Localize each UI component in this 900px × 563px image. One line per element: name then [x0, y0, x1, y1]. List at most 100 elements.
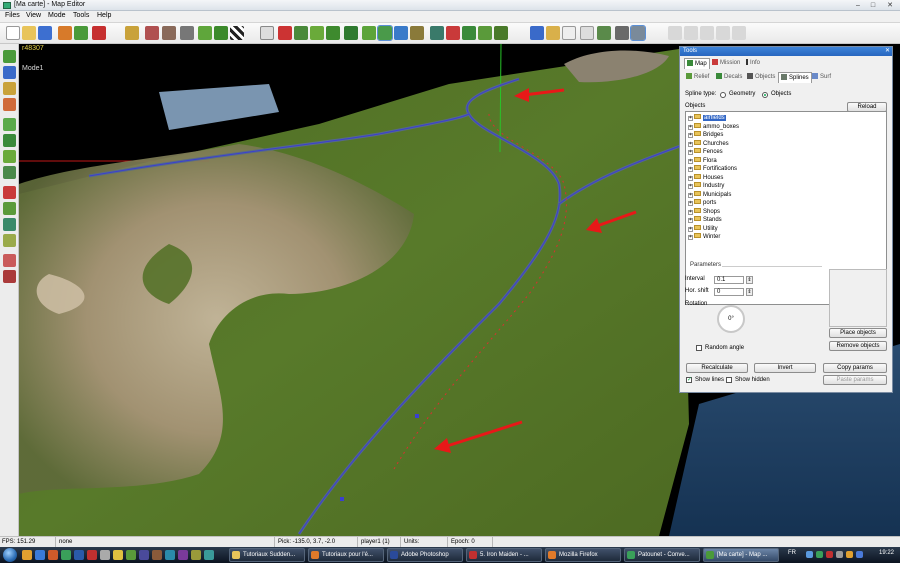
tree-item[interactable]: + Industry: [688, 182, 724, 190]
target-icon[interactable]: [92, 26, 106, 40]
quicklaunch-app2-icon[interactable]: [74, 550, 84, 560]
field-icon[interactable]: [362, 26, 376, 40]
stamp-icon[interactable]: [162, 26, 176, 40]
tree-item[interactable]: + Stands: [688, 216, 722, 224]
grass-icon[interactable]: [214, 26, 228, 40]
left-tool-water-icon[interactable]: [3, 218, 16, 231]
quicklaunch-ie-icon[interactable]: [35, 550, 45, 560]
left-tool-tree-icon[interactable]: [3, 202, 16, 215]
expand-icon[interactable]: +: [688, 158, 693, 164]
forest-icon[interactable]: [344, 26, 358, 40]
tray-display-icon[interactable]: [856, 551, 863, 558]
open-folder-icon[interactable]: [22, 26, 36, 40]
flag-icon[interactable]: [446, 26, 460, 40]
quicklaunch-app-icon[interactable]: [61, 550, 71, 560]
document-icon[interactable]: [562, 26, 576, 40]
tab-splines[interactable]: Splines: [778, 72, 812, 83]
tree-item[interactable]: + Shops: [688, 207, 720, 216]
checker-icon[interactable]: [230, 26, 244, 40]
quicklaunch-app12-icon[interactable]: [204, 550, 214, 560]
export-icon[interactable]: [74, 26, 88, 40]
tab-surf[interactable]: Surf: [810, 72, 833, 83]
tree-item[interactable]: + ports: [688, 199, 716, 207]
expand-icon[interactable]: +: [688, 226, 693, 232]
tree-item[interactable]: + Fences: [688, 148, 723, 156]
tree-icon[interactable]: [462, 26, 476, 40]
import-icon[interactable]: [58, 26, 72, 40]
copy-icon[interactable]: [580, 26, 594, 40]
quicklaunch-app7-icon[interactable]: [139, 550, 149, 560]
expand-icon[interactable]: +: [688, 218, 693, 223]
recalculate-button[interactable]: Recalculate: [686, 363, 748, 373]
interval-input[interactable]: 0.1: [714, 276, 744, 284]
save-icon[interactable]: [38, 26, 52, 40]
expand-icon[interactable]: +: [688, 201, 693, 206]
bush-icon[interactable]: [478, 26, 492, 40]
spline-control-point[interactable]: [415, 414, 419, 418]
maximize-button[interactable]: □: [867, 1, 879, 10]
radio-geometry[interactable]: [720, 92, 726, 98]
menu-tools[interactable]: Tools: [73, 12, 89, 19]
tree-item[interactable]: + Municipals: [688, 190, 731, 199]
left-tool-marker-icon[interactable]: [3, 270, 16, 283]
rotation-dial[interactable]: 0°: [717, 305, 745, 333]
task-button[interactable]: Tutoriaux Sudden...: [229, 548, 305, 562]
quicklaunch-app9-icon[interactable]: [165, 550, 175, 560]
expand-icon[interactable]: +: [688, 133, 693, 138]
tray-update-icon[interactable]: [846, 551, 853, 558]
tree-item[interactable]: + Bridges: [688, 131, 723, 139]
left-tool-sky-icon[interactable]: [3, 66, 16, 79]
pick-icon[interactable]: [145, 26, 159, 40]
random-angle-checkbox[interactable]: [696, 345, 702, 351]
quicklaunch-explorer-icon[interactable]: [22, 550, 32, 560]
tab-relief[interactable]: Relief: [684, 72, 711, 83]
quicklaunch-app10-icon[interactable]: [178, 550, 188, 560]
left-tool-road-icon[interactable]: [3, 166, 16, 179]
copy-params-button[interactable]: Copy params: [823, 363, 887, 373]
tree-item[interactable]: + Fortifications: [688, 165, 737, 173]
left-tool-target-icon[interactable]: [3, 254, 16, 267]
left-tool-field-icon[interactable]: [3, 150, 16, 163]
display-icon[interactable]: [615, 26, 629, 40]
quicklaunch-app8-icon[interactable]: [152, 550, 162, 560]
quicklaunch-app11-icon[interactable]: [191, 550, 201, 560]
brush-icon[interactable]: [125, 26, 139, 40]
close-button[interactable]: ✕: [884, 1, 896, 10]
tray-volume-icon[interactable]: [836, 551, 843, 558]
tab-info[interactable]: Info: [744, 58, 762, 69]
disabled-tool-2-icon[interactable]: [684, 26, 698, 40]
quicklaunch-app3-icon[interactable]: [87, 550, 97, 560]
place-objects-button[interactable]: Place objects: [829, 328, 887, 338]
menu-files[interactable]: Files: [5, 12, 20, 19]
quicklaunch-firefox-icon[interactable]: [48, 550, 58, 560]
menu-mode[interactable]: Mode: [48, 12, 66, 19]
task-button[interactable]: Mozilla Firefox: [545, 548, 621, 562]
expand-icon[interactable]: +: [688, 116, 693, 121]
road-icon[interactable]: [326, 26, 340, 40]
start-button[interactable]: [3, 548, 17, 562]
note-icon[interactable]: [546, 26, 560, 40]
expand-icon[interactable]: +: [688, 167, 693, 172]
object-icon[interactable]: [410, 26, 424, 40]
remove-objects-button[interactable]: Remove objects: [829, 341, 887, 351]
spline-tool-icon[interactable]: [377, 25, 393, 41]
expand-icon[interactable]: +: [688, 184, 693, 189]
left-tool-grid-icon[interactable]: [3, 118, 16, 131]
disabled-tool-1-icon[interactable]: [668, 26, 682, 40]
tab-decals[interactable]: Decals: [714, 72, 744, 83]
task-button-active[interactable]: [Ma carte] - Map ...: [703, 548, 779, 562]
tools-close-icon[interactable]: ✕: [885, 47, 890, 56]
task-button[interactable]: Patounet - Conve...: [624, 548, 700, 562]
tab-objects[interactable]: Objects: [745, 72, 777, 83]
compass-icon[interactable]: [597, 26, 611, 40]
left-tool-terrain-icon[interactable]: [3, 50, 16, 63]
interval-stepper[interactable]: ⇕: [746, 276, 753, 284]
radio-objects[interactable]: [762, 92, 768, 98]
tree-item[interactable]: + Winter: [688, 233, 720, 241]
show-lines-checkbox[interactable]: ✓: [686, 377, 692, 383]
quicklaunch-app4-icon[interactable]: [100, 550, 110, 560]
spline-control-point[interactable]: [340, 497, 344, 501]
new-file-icon[interactable]: [6, 26, 20, 40]
quicklaunch-app6-icon[interactable]: [126, 550, 136, 560]
left-tool-house-icon[interactable]: [3, 98, 16, 111]
